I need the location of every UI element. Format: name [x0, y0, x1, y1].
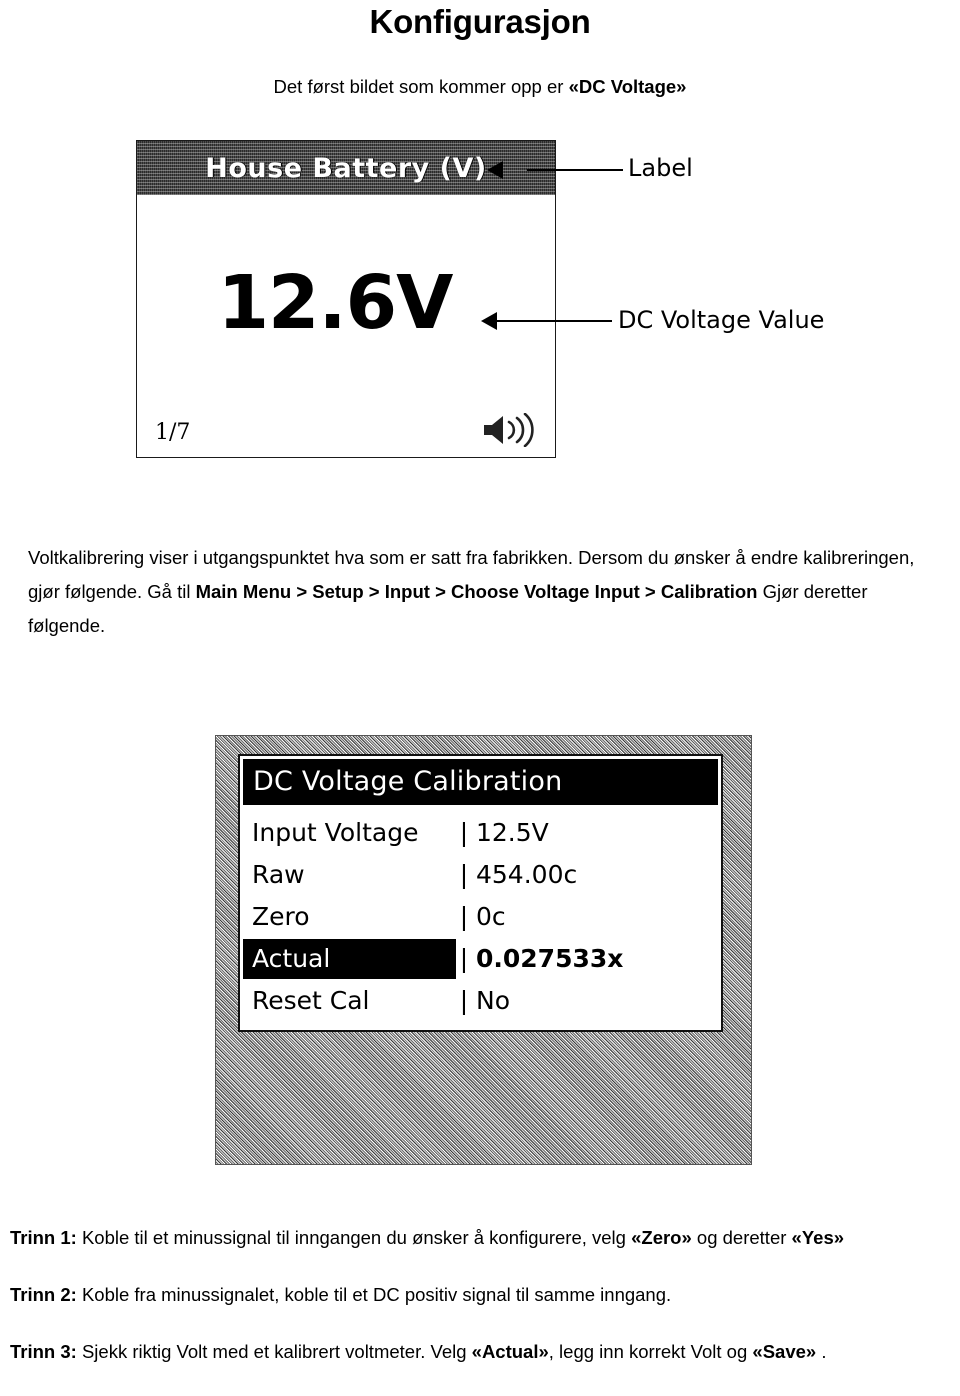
- calibration-row[interactable]: Raw | 454.00c: [243, 854, 718, 896]
- page-title: Konfigurasjon: [369, 3, 591, 40]
- callout-text-dc-voltage-value: DC Voltage Value: [618, 306, 825, 334]
- step-emphasis: «Yes»: [791, 1227, 845, 1248]
- step-text: Koble til et minussignal til inngangen d…: [76, 1227, 632, 1248]
- calibration-row-value: 12.5V: [476, 818, 549, 847]
- lcd-label-header: House Battery (V): [205, 152, 487, 184]
- page-subtitle-text: Det først bildet som kommer opp er: [273, 76, 569, 97]
- callout-arrow-value-icon: [481, 312, 497, 330]
- calibration-row[interactable]: Actual | 0.027533x: [243, 938, 718, 980]
- page-subtitle-emphasis: «DC Voltage»: [568, 76, 687, 97]
- lcd-page-indicator: 1/7: [155, 420, 191, 445]
- step-text: .: [816, 1341, 827, 1362]
- calibration-row-separator: |: [459, 944, 469, 973]
- calibration-row-key: Actual: [243, 939, 456, 979]
- step-line: Trinn 1: Koble til et minussignal til in…: [10, 1225, 960, 1251]
- menu-path-text: Main Menu > Setup > Input > Choose Volta…: [195, 581, 758, 602]
- calibration-row-value: 454.00c: [476, 860, 578, 889]
- calibration-title: DC Voltage Calibration: [253, 766, 563, 797]
- calibration-row[interactable]: Reset Cal | No: [243, 980, 718, 1022]
- page-subtitle: Det først bildet som kommer opp er «DC V…: [0, 74, 960, 100]
- calibration-row-value: No: [476, 986, 510, 1015]
- body-paragraph: Voltkalibrering viser i utgangspunktet h…: [28, 541, 934, 643]
- step-emphasis: «Save»: [752, 1341, 817, 1362]
- step-emphasis: «Zero»: [631, 1227, 692, 1248]
- step-text: , legg inn korrekt Volt og: [548, 1341, 753, 1362]
- calibration-row[interactable]: Zero | 0c: [243, 896, 718, 938]
- callout-leader-line-value: [497, 320, 612, 322]
- calibration-row-list: Input Voltage | 12.5V Raw | 454.00c Zero | 0c Act…: [243, 812, 718, 1026]
- calibration-row-separator: |: [459, 818, 469, 847]
- step-label: Trinn 2:: [10, 1284, 77, 1305]
- step-line: Trinn 3: Sjekk riktig Volt med et kalibr…: [10, 1339, 960, 1365]
- calibration-row-key: Raw: [252, 860, 305, 889]
- calibration-row-value: 0.027533x: [476, 944, 624, 973]
- step-line: Trinn 2: Koble fra minussignalet, koble …: [10, 1282, 960, 1308]
- calibration-title-bar: DC Voltage Calibration: [243, 759, 718, 805]
- calibration-row-separator: |: [459, 902, 469, 931]
- steps-list: Trinn 1: Koble til et minussignal til in…: [10, 1225, 960, 1396]
- calibration-row-key: Reset Cal: [252, 986, 370, 1015]
- step-text: og deretter: [691, 1227, 792, 1248]
- step-text: Koble fra minussignalet, koble til et DC…: [76, 1284, 672, 1305]
- calibration-row-key: Zero: [252, 902, 310, 931]
- speaker-sound-icon: [484, 413, 534, 447]
- step-label: Trinn 3:: [10, 1341, 77, 1362]
- step-emphasis: «Actual»: [471, 1341, 549, 1362]
- calibration-row-separator: |: [459, 986, 469, 1015]
- calibration-row-value: 0c: [476, 902, 506, 931]
- lcd-display-calibration: DC Voltage Calibration Input Voltage | 12.…: [238, 754, 723, 1032]
- figure-dc-voltage-screen: House Battery (V) 12.6V 1/7: [136, 140, 556, 458]
- step-text: Sjekk riktig Volt med et kalibrert voltm…: [76, 1341, 472, 1362]
- figure-calibration-screen: DC Voltage Calibration Input Voltage | 12.…: [215, 735, 752, 1165]
- calibration-row[interactable]: Input Voltage | 12.5V: [243, 812, 718, 854]
- calibration-row-key: Input Voltage: [252, 818, 419, 847]
- lcd-display-dc-voltage: House Battery (V) 12.6V 1/7: [136, 140, 556, 458]
- step-label: Trinn 1:: [10, 1227, 77, 1248]
- calibration-row-separator: |: [459, 860, 469, 889]
- callout-arrow-label-icon: [487, 161, 503, 179]
- callout-text-label: Label: [628, 154, 693, 182]
- callout-leader-line-label: [527, 169, 623, 171]
